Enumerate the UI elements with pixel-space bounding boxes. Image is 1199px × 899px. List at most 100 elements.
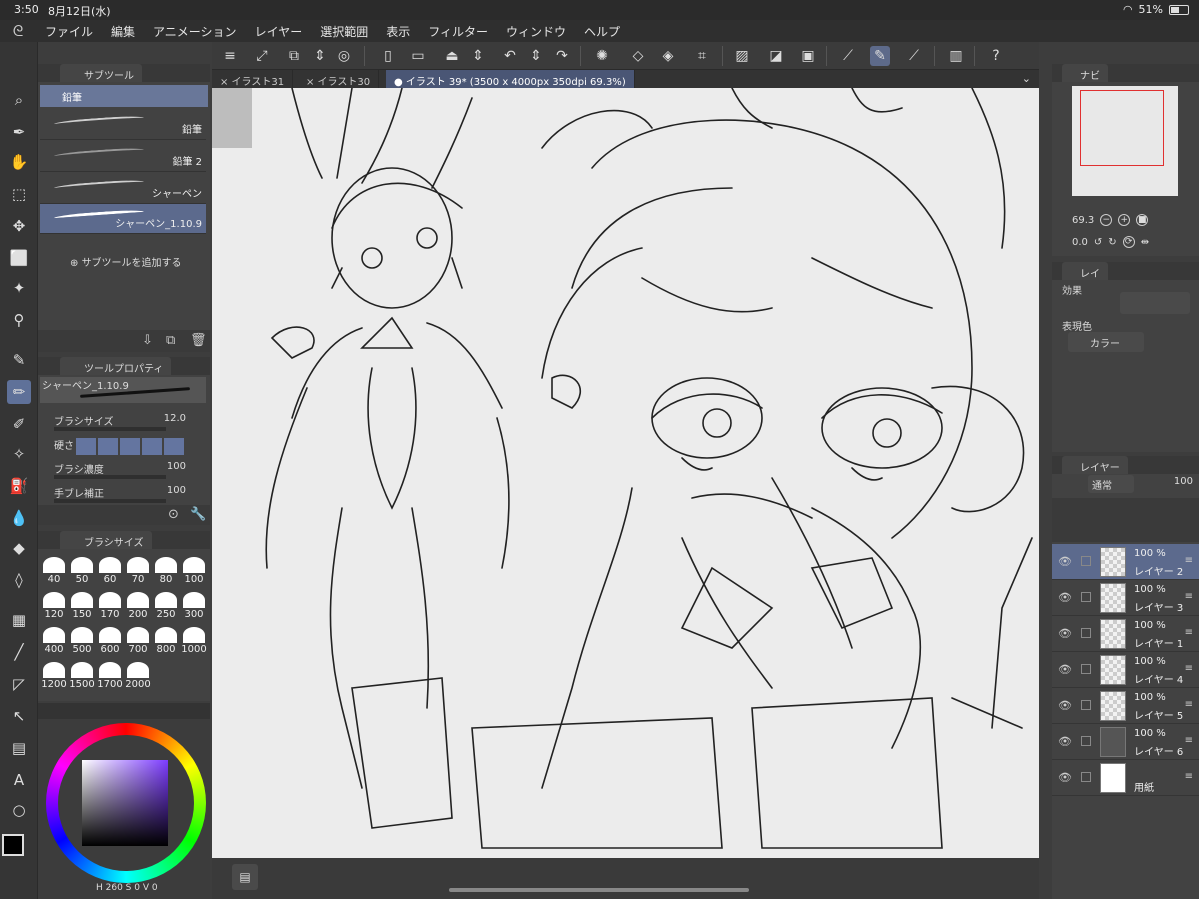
layer-row[interactable]: 👁 100 % レイヤー 6 ≡ xyxy=(1052,724,1199,760)
eye-icon[interactable]: 👁 xyxy=(1058,735,1072,748)
effect-buttons[interactable] xyxy=(1120,292,1190,314)
expression-color-select[interactable]: カラー xyxy=(1068,332,1144,352)
fill-icon[interactable]: ◈ xyxy=(658,46,678,66)
brush-size-preset[interactable]: 80 xyxy=(152,557,180,585)
menu-window[interactable]: ウィンドウ xyxy=(497,23,575,40)
selection-rect-icon[interactable]: ⬜ xyxy=(7,246,31,270)
brush-size-preset[interactable]: 300 xyxy=(180,592,208,620)
layer-menu-icon[interactable]: ≡ xyxy=(1185,591,1193,602)
eyedropper-icon[interactable]: ⚲ xyxy=(7,308,31,332)
pen-line-icon[interactable]: ⟋ xyxy=(904,46,924,66)
navigator-tab[interactable]: ナビ xyxy=(1062,64,1108,82)
layer-opacity[interactable]: 100 xyxy=(1174,476,1193,487)
brush-stroke-icon[interactable]: ✎ xyxy=(870,46,890,66)
subtool-group[interactable]: 鉛筆 xyxy=(40,85,208,107)
reset-icon[interactable]: ⊙ xyxy=(168,507,179,522)
eye-icon[interactable]: 👁 xyxy=(1058,699,1072,712)
fit-icon[interactable]: ■ xyxy=(1136,214,1149,226)
eye-icon[interactable]: 👁 xyxy=(1058,591,1072,604)
open-folder-icon[interactable]: ▭ xyxy=(408,46,428,66)
brush-size-preset[interactable]: 800 xyxy=(152,627,180,655)
navigator-thumbnail[interactable] xyxy=(1072,86,1178,196)
brush-size-preset[interactable]: 400 xyxy=(40,627,68,655)
menu-layer[interactable]: レイヤー xyxy=(246,23,312,40)
canvas-tab-active[interactable]: ● イラスト 39* (3500 x 4000px 350dpi 69.3%) xyxy=(386,70,635,88)
updown-icon[interactable]: ⇕ xyxy=(310,46,330,66)
rotate-left-icon[interactable]: ↺ xyxy=(1094,237,1102,248)
canvas-tab[interactable]: × イラスト30 xyxy=(298,70,380,88)
operation-icon[interactable]: ↖ xyxy=(7,704,31,728)
magic-wand-icon[interactable]: ✦ xyxy=(7,276,31,300)
layer-menu-icon[interactable]: ≡ xyxy=(1185,663,1193,674)
brush-size-preset[interactable]: 50 xyxy=(68,557,96,585)
frame-icon[interactable]: ▤ xyxy=(7,736,31,760)
brush-size-preset[interactable]: 1000 xyxy=(180,627,208,655)
layer-row[interactable]: 👁 100 % レイヤー 4 ≡ xyxy=(1052,652,1199,688)
deselect-icon[interactable]: ▨ xyxy=(732,46,752,66)
brush-size-preset[interactable]: 150 xyxy=(68,592,96,620)
viewport-frame[interactable] xyxy=(1080,90,1164,166)
menu-view[interactable]: 表示 xyxy=(377,23,419,40)
updown-icon[interactable]: ⇕ xyxy=(468,46,488,66)
menu-selection[interactable]: 選択範囲 xyxy=(311,23,377,40)
app-logo-icon[interactable]: ᘓ xyxy=(0,22,36,40)
brush-size-preset[interactable]: 250 xyxy=(152,592,180,620)
pen-icon[interactable]: ✒ xyxy=(7,120,31,144)
fill-bucket-icon[interactable]: ◆ xyxy=(7,536,31,560)
object-icon[interactable]: ⬚ xyxy=(7,182,31,206)
brush-size-preset[interactable]: 200 xyxy=(124,592,152,620)
airbrush-icon[interactable]: ⛽ xyxy=(7,474,31,498)
menu-file[interactable]: ファイル xyxy=(36,23,102,40)
text-icon[interactable]: A xyxy=(7,768,31,792)
brush-size-preset[interactable]: 700 xyxy=(124,627,152,655)
redo-icon[interactable]: ↷ xyxy=(552,46,572,66)
brush-size-preset[interactable]: 1700 xyxy=(96,662,124,690)
blend-mode-select[interactable]: 通常 xyxy=(1088,475,1134,493)
gradient-icon[interactable]: ▦ xyxy=(7,608,31,632)
eraser-icon[interactable]: ◇ xyxy=(628,46,648,66)
subtool-item-selected[interactable]: シャーペン_1.10.9 xyxy=(40,204,206,234)
save-icon[interactable]: ⏏ xyxy=(442,46,462,66)
layer-row[interactable]: 👁 100 % レイヤー 1 ≡ xyxy=(1052,616,1199,652)
menu-help[interactable]: ヘルプ xyxy=(575,23,629,40)
layer-lock-checkbox[interactable] xyxy=(1081,556,1091,566)
layer-menu-icon[interactable]: ≡ xyxy=(1185,555,1193,566)
subtool-panel-title[interactable]: サブツール xyxy=(60,64,142,82)
brush-size-preset[interactable]: 70 xyxy=(124,557,152,585)
transform-icon[interactable]: ⧉ xyxy=(284,46,304,66)
eye-icon[interactable]: 👁 xyxy=(1058,555,1072,568)
chevron-down-icon[interactable]: ⌄ xyxy=(1022,72,1031,85)
eye-icon[interactable]: 👁 xyxy=(1058,627,1072,640)
reset-rotation-icon[interactable]: ⟳ xyxy=(1122,236,1135,248)
layer-menu-icon[interactable]: ≡ xyxy=(1185,627,1193,638)
new-file-icon[interactable]: ▯ xyxy=(378,46,398,66)
crop-icon[interactable]: ⌗ xyxy=(692,46,712,66)
hamburger-menu-icon[interactable]: ≡ xyxy=(220,46,240,66)
stabilization-row[interactable]: 手ブレ補正 100 xyxy=(40,483,206,505)
zoom-icon[interactable]: ⌕ xyxy=(7,88,31,112)
menu-edit[interactable]: 編集 xyxy=(102,23,144,40)
pen-tool-icon[interactable]: ✎ xyxy=(7,348,31,372)
line-icon[interactable]: ╱ xyxy=(7,640,31,664)
resize-canvas-icon[interactable]: ⤢ xyxy=(252,46,272,66)
layer-menu-icon[interactable]: ≡ xyxy=(1185,699,1193,710)
subtool-item[interactable]: 鉛筆 2 xyxy=(40,142,206,172)
main-color-swatch[interactable] xyxy=(2,834,24,856)
subtool-item[interactable]: シャーペン xyxy=(40,174,206,204)
brush-size-preset[interactable]: 1200 xyxy=(40,662,68,690)
layer-row[interactable]: 👁 100 % レイヤー 3 ≡ xyxy=(1052,580,1199,616)
brush-size-preset[interactable]: 600 xyxy=(96,627,124,655)
layer-lock-checkbox[interactable] xyxy=(1081,736,1091,746)
device-icon[interactable]: ▥ xyxy=(946,46,966,66)
brush-density-row[interactable]: ブラシ濃度 100 xyxy=(40,459,206,481)
eye-icon[interactable]: 👁 xyxy=(1058,771,1072,784)
layer-row[interactable]: 👁 用紙 ≡ xyxy=(1052,760,1199,796)
layer-property-tab[interactable]: レイ xyxy=(1062,262,1108,280)
brush-size-preset[interactable]: 170 xyxy=(96,592,124,620)
hardness-row[interactable]: 硬さ xyxy=(40,435,206,457)
brush-size-preset[interactable]: 2000 xyxy=(124,662,152,690)
brush-size-preset[interactable]: 60 xyxy=(96,557,124,585)
move-icon[interactable]: ✥ xyxy=(7,214,31,238)
brush-size-title[interactable]: ブラシサイズ xyxy=(60,531,152,549)
invert-selection-icon[interactable]: ◪ xyxy=(766,46,786,66)
